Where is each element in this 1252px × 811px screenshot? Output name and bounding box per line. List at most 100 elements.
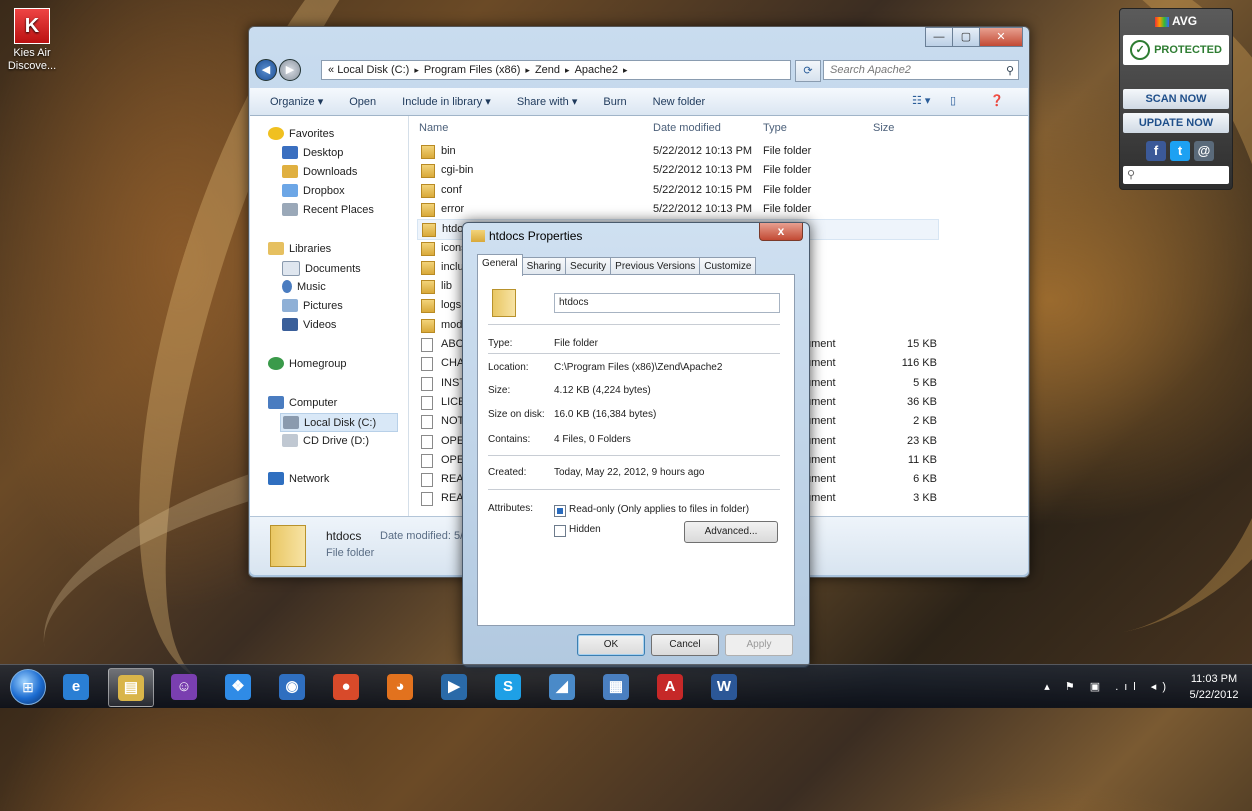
- taskbar-app-button[interactable]: ◕: [378, 668, 422, 705]
- folder-icon: [421, 280, 435, 295]
- help-icon[interactable]: ❓: [990, 94, 1004, 107]
- minimize-button[interactable]: —: [925, 27, 953, 47]
- tray-icons[interactable]: ▴ ⚑ ▣ .ıl ◂): [1044, 680, 1172, 693]
- taskbar-app-button[interactable]: ◉: [270, 668, 314, 705]
- taskbar-app-button[interactable]: ▦: [594, 668, 638, 705]
- maximize-button[interactable]: ▢: [952, 27, 980, 47]
- nav-downloads[interactable]: Downloads: [282, 165, 357, 178]
- nav-homegroup[interactable]: Homegroup: [268, 357, 346, 370]
- nav-cd-drive[interactable]: CD Drive (D:): [282, 434, 369, 447]
- breadcrumb-separator-icon[interactable]: ▸: [565, 65, 570, 76]
- ok-button[interactable]: OK: [577, 634, 645, 656]
- avg-community-icon[interactable]: @: [1194, 141, 1214, 161]
- taskbar-app-button[interactable]: ❖: [216, 668, 260, 705]
- folder-icon: [421, 318, 435, 333]
- taskbar-app-button[interactable]: ◢: [540, 668, 584, 705]
- back-button[interactable]: ◀: [255, 59, 277, 81]
- advanced-button[interactable]: Advanced...: [684, 521, 778, 543]
- cancel-button[interactable]: Cancel: [651, 634, 719, 656]
- view-options-icon[interactable]: ☷ ▾: [912, 94, 930, 107]
- breadcrumb-program-files[interactable]: Program Files (x86): [424, 64, 521, 76]
- file-row[interactable]: error 5/22/2012 10:13 PM File folder: [417, 200, 937, 219]
- folder-icon: [421, 145, 435, 159]
- check-icon: ✓: [1130, 40, 1151, 60]
- nav-documents[interactable]: Documents: [282, 261, 361, 276]
- nav-music[interactable]: Music: [282, 280, 326, 293]
- breadcrumb-apache2[interactable]: Apache2: [575, 64, 618, 76]
- taskbar-app-button[interactable]: S: [486, 668, 530, 705]
- nav-computer[interactable]: Computer: [268, 396, 337, 409]
- file-row[interactable]: bin 5/22/2012 10:13 PM File folder: [417, 142, 937, 161]
- taskbar-app-button[interactable]: ●: [324, 668, 368, 705]
- documents-icon: [282, 261, 300, 276]
- details-type: File folder: [326, 547, 375, 559]
- folder-icon: [421, 183, 435, 198]
- file-size: 36 KB: [907, 395, 937, 408]
- folder-icon: [471, 230, 485, 242]
- nav-libraries[interactable]: Libraries: [268, 242, 331, 255]
- new-folder-button[interactable]: New folder: [653, 96, 706, 108]
- readonly-label[interactable]: Read-only (Only applies to files in fold…: [569, 504, 749, 515]
- nav-dropbox[interactable]: Dropbox: [282, 184, 345, 197]
- hard-drive-icon: [283, 416, 299, 429]
- preview-pane-icon[interactable]: ▯: [950, 94, 956, 107]
- search-input[interactable]: Search Apache2 ⚲: [823, 60, 1019, 80]
- nav-local-disk[interactable]: Local Disk (C:): [280, 413, 398, 432]
- close-button[interactable]: ✕: [979, 27, 1023, 47]
- share-with-button[interactable]: Share with ▾: [517, 95, 578, 108]
- hidden-label[interactable]: Hidden: [569, 524, 601, 535]
- music-icon: [282, 280, 292, 293]
- tab-general[interactable]: General: [477, 254, 523, 276]
- nav-videos[interactable]: Videos: [282, 318, 336, 331]
- file-name: lib: [441, 280, 453, 293]
- kies-air-desktop-icon[interactable]: K Kies Air Discove...: [4, 8, 60, 73]
- apply-button[interactable]: Apply: [725, 634, 793, 656]
- taskbar-app-button[interactable]: A: [648, 668, 692, 705]
- nav-recent-places[interactable]: Recent Places: [282, 203, 374, 216]
- taskbar-app-button[interactable]: W: [702, 668, 746, 705]
- facebook-icon[interactable]: f: [1146, 141, 1166, 161]
- organize-button[interactable]: Organize ▾: [270, 95, 323, 108]
- nav-pictures[interactable]: Pictures: [282, 299, 343, 312]
- column-size[interactable]: Size: [873, 122, 894, 134]
- breadcrumb-separator-icon[interactable]: ▸: [525, 65, 530, 76]
- breadcrumb-separator-icon[interactable]: ▸: [623, 65, 628, 76]
- folder-name-field[interactable]: htdocs: [554, 293, 780, 313]
- taskbar-app-button[interactable]: ▶: [432, 668, 476, 705]
- dropbox-icon: [282, 184, 298, 197]
- breadcrumb-zend[interactable]: Zend: [535, 64, 560, 76]
- avg-logo-icon: [1154, 16, 1169, 27]
- forward-button[interactable]: ▶: [279, 59, 301, 81]
- taskbar-app-button[interactable]: e: [54, 668, 98, 705]
- column-date-modified[interactable]: Date modified: [653, 122, 721, 134]
- breadcrumb-separator-icon[interactable]: ▸: [414, 65, 419, 76]
- column-name[interactable]: Name: [419, 122, 448, 134]
- refresh-icon[interactable]: ⟳: [795, 60, 821, 82]
- breadcrumb-local-disk[interactable]: Local Disk (C:): [337, 64, 409, 76]
- twitter-icon[interactable]: t: [1170, 141, 1190, 161]
- file-row[interactable]: conf 5/22/2012 10:15 PM File folder: [417, 181, 937, 200]
- address-bar[interactable]: « Local Disk (C:) ▸ Program Files (x86) …: [321, 60, 791, 80]
- taskbar-app-button[interactable]: ▤: [108, 668, 154, 707]
- start-button[interactable]: ⊞: [10, 669, 46, 705]
- scan-now-button[interactable]: SCAN NOW: [1123, 89, 1229, 109]
- nav-desktop[interactable]: Desktop: [282, 146, 343, 159]
- taskbar-app-button[interactable]: ☺: [162, 668, 206, 705]
- address-overflow[interactable]: «: [328, 64, 334, 76]
- nav-favorites[interactable]: Favorites: [268, 127, 334, 140]
- readonly-checkbox[interactable]: [554, 505, 566, 517]
- details-name: htdocs: [326, 529, 362, 543]
- pictures-icon: [282, 299, 298, 312]
- clock[interactable]: 11:03 PM 5/22/2012: [1184, 671, 1244, 703]
- dialog-close-button[interactable]: x: [759, 223, 803, 241]
- open-button[interactable]: Open: [349, 96, 376, 108]
- hidden-checkbox[interactable]: [554, 525, 566, 537]
- nav-network[interactable]: Network: [268, 472, 329, 485]
- file-row[interactable]: cgi-bin 5/22/2012 10:13 PM File folder: [417, 161, 937, 180]
- column-type[interactable]: Type: [763, 122, 787, 134]
- include-in-library-button[interactable]: Include in library ▾: [402, 95, 491, 108]
- update-now-button[interactable]: UPDATE NOW: [1123, 113, 1229, 133]
- avg-search-input[interactable]: ⚲: [1123, 166, 1229, 184]
- search-icon[interactable]: ⚲: [1006, 62, 1014, 80]
- burn-button[interactable]: Burn: [603, 96, 626, 108]
